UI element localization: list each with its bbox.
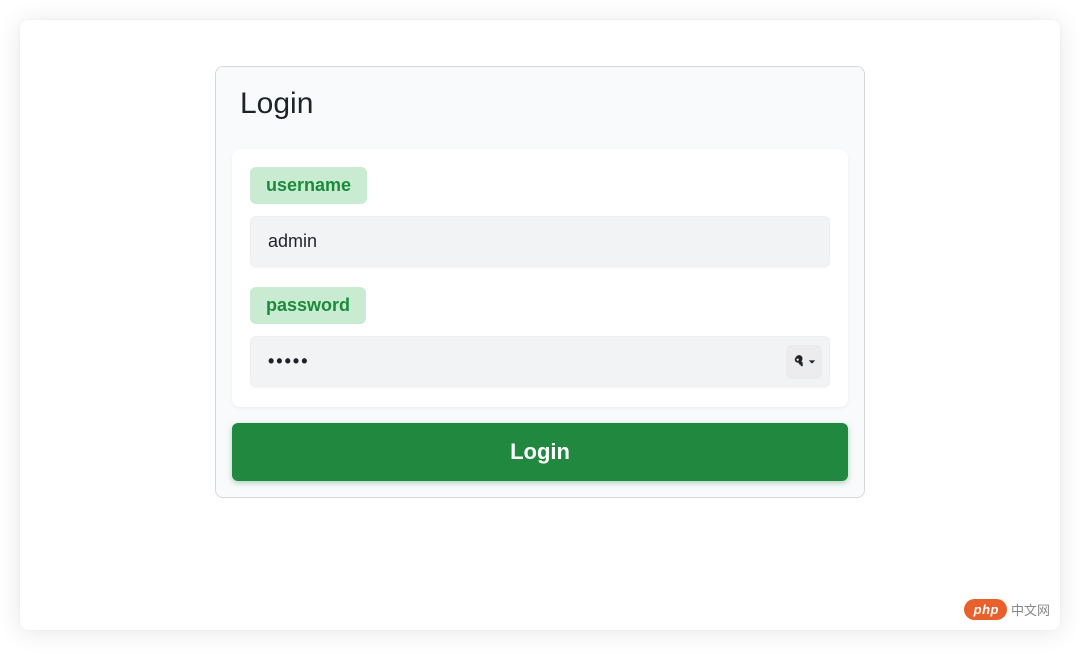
password-group: password xyxy=(250,287,830,387)
password-input-wrap xyxy=(250,336,830,387)
password-label: password xyxy=(250,287,366,324)
login-header: Login xyxy=(216,67,864,149)
password-input[interactable] xyxy=(250,336,830,387)
password-key-button[interactable] xyxy=(786,345,822,379)
login-button[interactable]: Login xyxy=(232,423,848,481)
username-input[interactable] xyxy=(250,216,830,267)
chevron-down-icon xyxy=(808,358,816,366)
watermark-pill: php xyxy=(964,599,1007,620)
username-group: username xyxy=(250,167,830,267)
username-input-wrap xyxy=(250,216,830,267)
key-icon xyxy=(793,355,807,369)
watermark: php 中文网 xyxy=(964,599,1050,620)
watermark-text: 中文网 xyxy=(1011,600,1050,619)
app-window: Login username password xyxy=(20,20,1060,630)
username-label: username xyxy=(250,167,367,204)
login-form-card: username password xyxy=(232,149,848,407)
login-panel: Login username password xyxy=(215,66,865,498)
login-title: Login xyxy=(240,87,840,121)
